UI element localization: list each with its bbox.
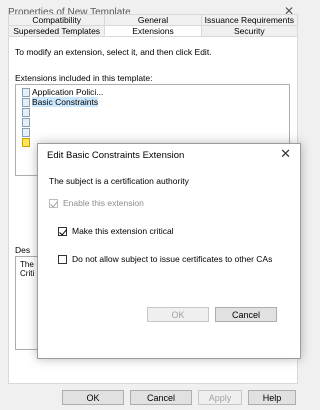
cancel-button[interactable]: Cancel [130,390,192,405]
list-item-label: Basic Constraints [32,97,99,107]
tab-extensions[interactable]: Extensions [104,25,201,36]
description-text: The Criti [20,260,35,278]
tab-compatibility[interactable]: Compatibility [8,14,105,25]
tab-row-bottom: Superseded Templates Extensions Security [8,25,298,36]
certificate-icon [22,127,30,137]
extensions-list-label: Extensions included in this template: [15,73,153,83]
warning-certificate-icon [22,137,30,147]
enable-extension-checkbox[interactable]: Enable this extension [49,198,144,208]
edit-basic-constraints-dialog: Edit Basic Constraints Extension ✕ The s… [37,143,301,359]
no-issue-to-cas-checkbox[interactable]: Do not allow subject to issue certificat… [58,254,272,264]
no-issue-label: Do not allow subject to issue certificat… [72,254,273,264]
list-item-label: Application Polici... [32,87,104,97]
subject-text: The subject is a certification authority [49,176,189,186]
instructions-text: To modify an extension, select it, and t… [15,47,212,57]
description-label: Des [15,245,31,255]
list-item[interactable] [22,107,32,117]
checkmark-icon [59,227,67,235]
dialog-title: Edit Basic Constraints Extension [47,150,185,161]
tab-issuance-requirements[interactable]: Issuance Requirements [200,14,298,25]
tab-general[interactable]: General [104,14,201,25]
help-button[interactable]: Help [248,390,296,405]
certificate-icon [22,97,30,107]
tab-row-top: Compatibility General Issuance Requireme… [8,14,298,25]
list-item[interactable] [22,117,32,127]
checkbox-box [58,226,67,236]
tab-security[interactable]: Security [200,25,298,36]
tab-superseded-templates[interactable]: Superseded Templates [8,25,105,36]
ok-button[interactable]: OK [62,390,124,405]
list-item[interactable]: Basic Constraints [22,97,99,107]
certificate-icon [22,107,30,117]
list-item[interactable] [22,127,32,137]
checkbox-box [49,198,58,208]
apply-button[interactable]: Apply [198,390,242,405]
list-item[interactable]: Application Polici... [22,87,103,97]
checkmark-icon [50,199,58,207]
certificate-icon [22,87,30,97]
dialog-cancel-button[interactable]: Cancel [215,307,277,322]
enable-extension-label: Enable this extension [63,198,144,208]
make-critical-checkbox[interactable]: Make this extension critical [58,226,174,236]
dialog-close-icon[interactable]: ✕ [280,147,291,161]
certificate-icon [22,117,30,127]
dialog-ok-button[interactable]: OK [147,307,209,322]
make-critical-label: Make this extension critical [72,226,174,236]
list-item[interactable] [22,137,32,147]
checkbox-box [58,254,67,264]
